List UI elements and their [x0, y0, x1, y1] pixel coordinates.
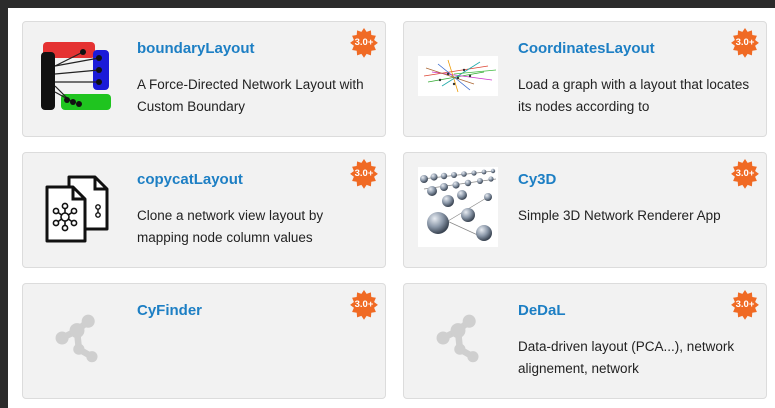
3d-spheres-icon	[418, 167, 498, 247]
app-title[interactable]: copycatLayout	[137, 171, 243, 188]
version-badge: 3.0+	[347, 288, 381, 322]
app-title[interactable]: boundaryLayout	[137, 40, 255, 57]
version-badge: 3.0+	[728, 26, 762, 60]
version-badge: 3.0+	[347, 26, 381, 60]
app-description: A Force-Directed Network Layout with Cus…	[137, 77, 364, 114]
app-card-coordinateslayout[interactable]: CoordinatesLayout Load a graph with a la…	[403, 21, 767, 137]
boundary-layout-icon	[37, 36, 117, 116]
app-description: Clone a network view layout by mapping n…	[137, 208, 324, 245]
app-card-cyfinder[interactable]: CyFinder 3.0+	[22, 283, 386, 399]
app-title[interactable]: CoordinatesLayout	[518, 40, 655, 57]
version-badge: 3.0+	[728, 288, 762, 322]
app-title[interactable]: CyFinder	[137, 302, 202, 319]
coordinates-layout-graph-icon	[418, 36, 498, 116]
app-card-copycatlayout[interactable]: copycatLayout Clone a network view layou…	[22, 152, 386, 268]
app-description: Load a graph with a layout that locates …	[518, 77, 750, 114]
app-description: Simple 3D Network Renderer App	[518, 208, 721, 223]
app-title[interactable]: Cy3D	[518, 171, 556, 188]
app-card-cy3d[interactable]: Cy3D Simple 3D Network Renderer App 3.0+	[403, 152, 767, 268]
app-card-dedal[interactable]: DeDaL Data-driven layout (PCA...), netwo…	[403, 283, 767, 399]
version-badge: 3.0+	[347, 157, 381, 191]
app-list-panel: boundaryLayout A Force-Directed Network …	[8, 8, 775, 408]
copy-documents-network-icon	[37, 167, 117, 247]
app-description: Data-driven layout (PCA...), network ali…	[518, 339, 735, 376]
version-badge: 3.0+	[728, 157, 762, 191]
app-title[interactable]: DeDaL	[518, 302, 566, 319]
network-placeholder-icon	[37, 298, 117, 378]
app-card-boundarylayout[interactable]: boundaryLayout A Force-Directed Network …	[22, 21, 386, 137]
network-placeholder-icon	[418, 298, 498, 378]
